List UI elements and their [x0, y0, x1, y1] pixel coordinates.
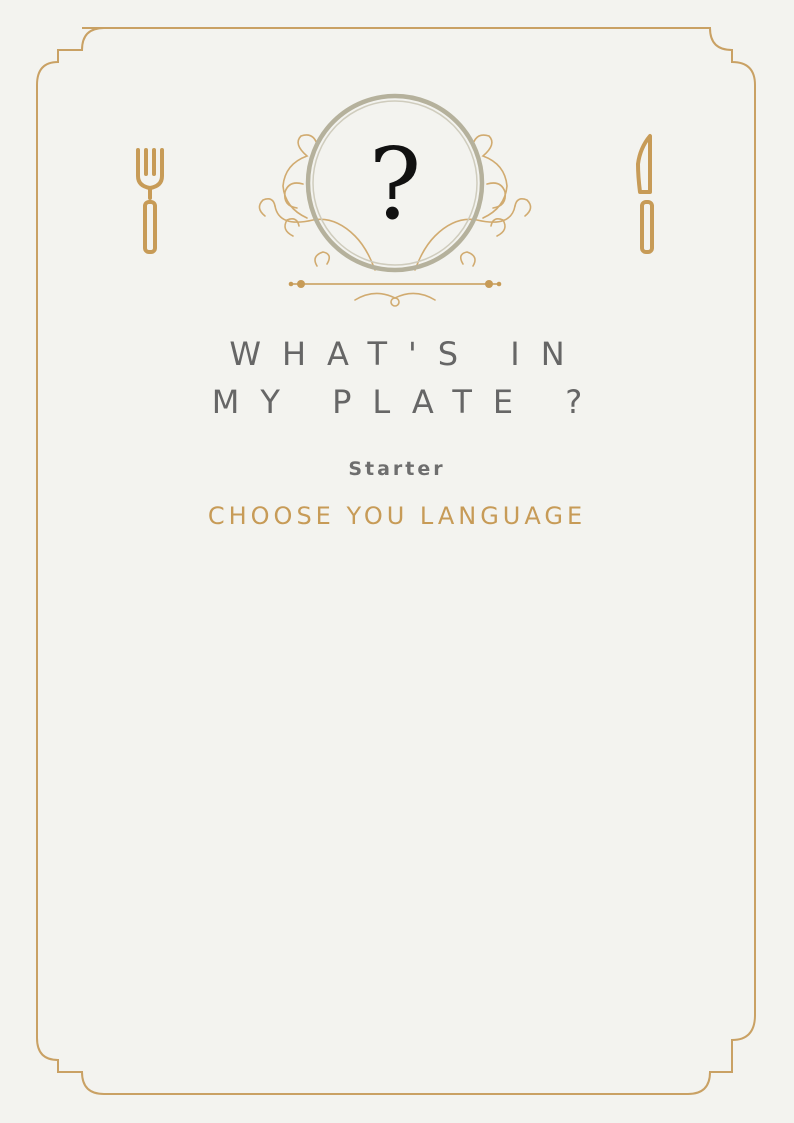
page-title: WHAT'S IN MY PLATE ? — [211, 335, 604, 421]
menu-page: ? WHAT'S IN MY PLATE ? Starter CHOOSE YO… — [0, 0, 794, 1123]
knife-icon — [636, 134, 654, 254]
fork-icon — [136, 148, 164, 254]
choose-language-link[interactable]: CHOOSE YOU LANGUAGE — [0, 502, 794, 530]
course-label: Starter — [348, 458, 446, 480]
plate-ornament-icon: ? — [258, 93, 532, 307]
plate-symbol: ? — [369, 128, 422, 242]
